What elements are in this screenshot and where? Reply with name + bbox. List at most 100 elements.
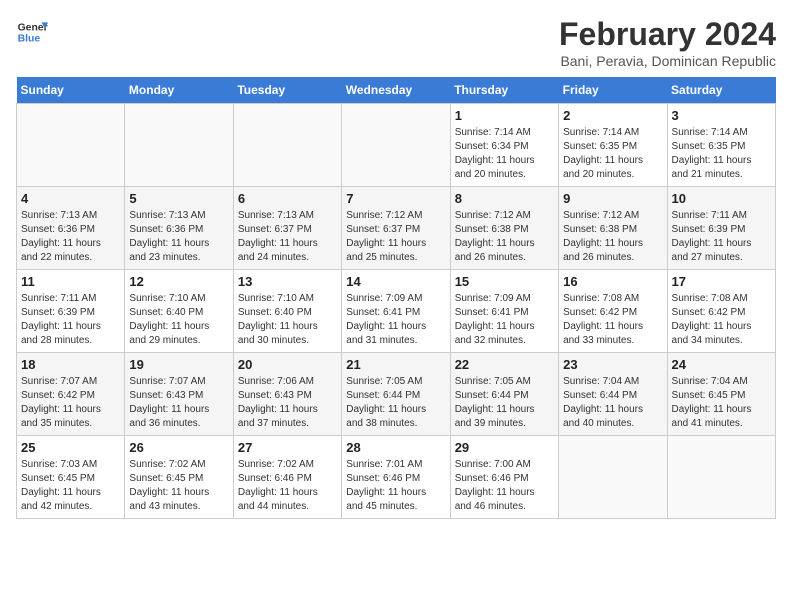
day-number: 5	[129, 191, 228, 206]
header: General Blue February 2024 Bani, Peravia…	[16, 16, 776, 69]
day-number: 4	[21, 191, 120, 206]
calendar-cell: 13 Sunrise: 7:10 AMSunset: 6:40 PMDayligh…	[233, 270, 341, 353]
day-info: Sunrise: 7:02 AMSunset: 6:46 PMDaylight:…	[238, 458, 337, 514]
calendar-cell: 15 Sunrise: 7:09 AMSunset: 6:41 PMDayligh…	[450, 270, 558, 353]
col-header-saturday: Saturday	[667, 77, 775, 104]
logo: General Blue	[16, 16, 48, 48]
day-number: 1	[455, 108, 554, 123]
day-info: Sunrise: 7:12 AMSunset: 6:38 PMDaylight:…	[455, 209, 554, 265]
page-title: February 2024	[559, 16, 776, 53]
calendar-cell: 24 Sunrise: 7:04 AMSunset: 6:45 PMDayligh…	[667, 353, 775, 436]
svg-text:Blue: Blue	[18, 34, 41, 45]
calendar-cell: 14 Sunrise: 7:09 AMSunset: 6:41 PMDayligh…	[342, 270, 450, 353]
calendar-cell: 27 Sunrise: 7:02 AMSunset: 6:46 PMDayligh…	[233, 436, 341, 519]
day-info: Sunrise: 7:03 AMSunset: 6:45 PMDaylight:…	[21, 458, 120, 514]
col-header-tuesday: Tuesday	[233, 77, 341, 104]
calendar-cell: 2 Sunrise: 7:14 AMSunset: 6:35 PMDaylight…	[559, 104, 667, 187]
calendar-cell: 8 Sunrise: 7:12 AMSunset: 6:38 PMDaylight…	[450, 187, 558, 270]
day-info: Sunrise: 7:05 AMSunset: 6:44 PMDaylight:…	[346, 375, 445, 431]
calendar-week-2: 4 Sunrise: 7:13 AMSunset: 6:36 PMDaylight…	[17, 187, 776, 270]
day-info: Sunrise: 7:13 AMSunset: 6:37 PMDaylight:…	[238, 209, 337, 265]
calendar-cell	[559, 436, 667, 519]
day-info: Sunrise: 7:14 AMSunset: 6:35 PMDaylight:…	[563, 126, 662, 182]
day-info: Sunrise: 7:05 AMSunset: 6:44 PMDaylight:…	[455, 375, 554, 431]
day-info: Sunrise: 7:11 AMSunset: 6:39 PMDaylight:…	[672, 209, 771, 265]
calendar-cell: 9 Sunrise: 7:12 AMSunset: 6:38 PMDaylight…	[559, 187, 667, 270]
day-number: 26	[129, 440, 228, 455]
calendar-cell: 26 Sunrise: 7:02 AMSunset: 6:45 PMDayligh…	[125, 436, 233, 519]
calendar-week-3: 11 Sunrise: 7:11 AMSunset: 6:39 PMDayligh…	[17, 270, 776, 353]
col-header-friday: Friday	[559, 77, 667, 104]
calendar-cell	[233, 104, 341, 187]
day-number: 23	[563, 357, 662, 372]
calendar-cell: 16Sunrise: 7:08 AMSunset: 6:42 PMDayligh…	[559, 270, 667, 353]
calendar-week-4: 18 Sunrise: 7:07 AMSunset: 6:42 PMDayligh…	[17, 353, 776, 436]
day-number: 8	[455, 191, 554, 206]
calendar-cell: 17 Sunrise: 7:08 AMSunset: 6:42 PMDayligh…	[667, 270, 775, 353]
day-number: 11	[21, 274, 120, 289]
day-info: Sunrise: 7:00 AMSunset: 6:46 PMDaylight:…	[455, 458, 554, 514]
col-header-sunday: Sunday	[17, 77, 125, 104]
day-number: 25	[21, 440, 120, 455]
day-number: 6	[238, 191, 337, 206]
calendar-table: SundayMondayTuesdayWednesdayThursdayFrid…	[16, 77, 776, 519]
calendar-header-row: SundayMondayTuesdayWednesdayThursdayFrid…	[17, 77, 776, 104]
calendar-cell	[667, 436, 775, 519]
day-number: 14	[346, 274, 445, 289]
day-info: Sunrise: 7:07 AMSunset: 6:43 PMDaylight:…	[129, 375, 228, 431]
calendar-cell: 7Sunrise: 7:12 AMSunset: 6:37 PMDaylight…	[342, 187, 450, 270]
day-info: Sunrise: 7:10 AMSunset: 6:40 PMDaylight:…	[238, 292, 337, 348]
day-number: 9	[563, 191, 662, 206]
day-info: Sunrise: 7:14 AMSunset: 6:35 PMDaylight:…	[672, 126, 771, 182]
day-number: 27	[238, 440, 337, 455]
day-number: 28	[346, 440, 445, 455]
day-info: Sunrise: 7:08 AMSunset: 6:42 PMDaylight:…	[672, 292, 771, 348]
calendar-cell: 4 Sunrise: 7:13 AMSunset: 6:36 PMDaylight…	[17, 187, 125, 270]
calendar-cell: 1Sunrise: 7:14 AMSunset: 6:34 PMDaylight…	[450, 104, 558, 187]
day-number: 19	[129, 357, 228, 372]
calendar-cell	[17, 104, 125, 187]
day-info: Sunrise: 7:09 AMSunset: 6:41 PMDaylight:…	[455, 292, 554, 348]
day-number: 2	[563, 108, 662, 123]
calendar-cell: 5 Sunrise: 7:13 AMSunset: 6:36 PMDaylight…	[125, 187, 233, 270]
day-number: 17	[672, 274, 771, 289]
day-info: Sunrise: 7:08 AMSunset: 6:42 PMDaylight:…	[563, 292, 662, 348]
day-number: 22	[455, 357, 554, 372]
day-number: 21	[346, 357, 445, 372]
calendar-cell: 18 Sunrise: 7:07 AMSunset: 6:42 PMDayligh…	[17, 353, 125, 436]
title-area: February 2024 Bani, Peravia, Dominican R…	[559, 16, 776, 69]
calendar-cell: 10Sunrise: 7:11 AMSunset: 6:39 PMDayligh…	[667, 187, 775, 270]
calendar-cell: 20Sunrise: 7:06 AMSunset: 6:43 PMDayligh…	[233, 353, 341, 436]
calendar-cell: 6 Sunrise: 7:13 AMSunset: 6:37 PMDaylight…	[233, 187, 341, 270]
day-info: Sunrise: 7:11 AMSunset: 6:39 PMDaylight:…	[21, 292, 120, 348]
day-info: Sunrise: 7:10 AMSunset: 6:40 PMDaylight:…	[129, 292, 228, 348]
day-number: 24	[672, 357, 771, 372]
day-info: Sunrise: 7:13 AMSunset: 6:36 PMDaylight:…	[21, 209, 120, 265]
calendar-cell	[125, 104, 233, 187]
day-info: Sunrise: 7:04 AMSunset: 6:45 PMDaylight:…	[672, 375, 771, 431]
calendar-cell: 25 Sunrise: 7:03 AMSunset: 6:45 PMDayligh…	[17, 436, 125, 519]
day-info: Sunrise: 7:01 AMSunset: 6:46 PMDaylight:…	[346, 458, 445, 514]
logo-icon: General Blue	[16, 16, 48, 48]
calendar-week-5: 25 Sunrise: 7:03 AMSunset: 6:45 PMDayligh…	[17, 436, 776, 519]
page-subtitle: Bani, Peravia, Dominican Republic	[559, 53, 776, 69]
calendar-cell: 23 Sunrise: 7:04 AMSunset: 6:44 PMDayligh…	[559, 353, 667, 436]
calendar-cell: 22 Sunrise: 7:05 AMSunset: 6:44 PMDayligh…	[450, 353, 558, 436]
day-info: Sunrise: 7:04 AMSunset: 6:44 PMDaylight:…	[563, 375, 662, 431]
col-header-thursday: Thursday	[450, 77, 558, 104]
calendar-cell: 3Sunrise: 7:14 AMSunset: 6:35 PMDaylight…	[667, 104, 775, 187]
day-info: Sunrise: 7:09 AMSunset: 6:41 PMDaylight:…	[346, 292, 445, 348]
day-info: Sunrise: 7:13 AMSunset: 6:36 PMDaylight:…	[129, 209, 228, 265]
day-info: Sunrise: 7:07 AMSunset: 6:42 PMDaylight:…	[21, 375, 120, 431]
calendar-cell: 11 Sunrise: 7:11 AMSunset: 6:39 PMDayligh…	[17, 270, 125, 353]
calendar-week-1: 1Sunrise: 7:14 AMSunset: 6:34 PMDaylight…	[17, 104, 776, 187]
day-number: 12	[129, 274, 228, 289]
day-info: Sunrise: 7:02 AMSunset: 6:45 PMDaylight:…	[129, 458, 228, 514]
calendar-cell: 19 Sunrise: 7:07 AMSunset: 6:43 PMDayligh…	[125, 353, 233, 436]
day-number: 18	[21, 357, 120, 372]
day-info: Sunrise: 7:12 AMSunset: 6:38 PMDaylight:…	[563, 209, 662, 265]
calendar-cell: 21 Sunrise: 7:05 AMSunset: 6:44 PMDayligh…	[342, 353, 450, 436]
day-number: 15	[455, 274, 554, 289]
col-header-wednesday: Wednesday	[342, 77, 450, 104]
day-number: 13	[238, 274, 337, 289]
